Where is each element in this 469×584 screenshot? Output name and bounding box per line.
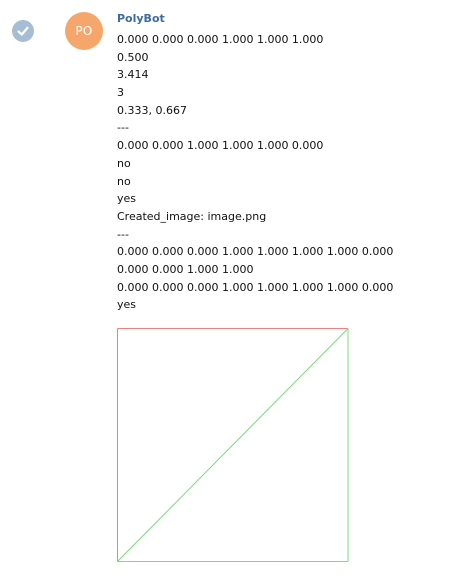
message-line: 0.000 0.000 0.000 1.000 1.000 1.000 [117, 33, 324, 46]
message-line: 3.414 [117, 68, 149, 82]
message-body: 0.000 0.000 0.000 1.000 1.000 1.000 0.50… [117, 31, 457, 314]
message-line: 0.333, 0.667 [117, 103, 187, 117]
message-line: 0.000 0.000 0.000 1.000 1.000 1.000 1.00… [117, 245, 394, 259]
message-line: --- [117, 121, 129, 135]
avatar[interactable]: PO [65, 12, 103, 50]
message-line: --- [117, 227, 129, 241]
message-line: yes [117, 192, 137, 206]
message-line: 0.000 0.000 0.000 1.000 1.000 1.000 1.00… [117, 280, 394, 294]
message-line: no [117, 174, 131, 188]
sender-name[interactable]: PolyBot [117, 12, 165, 26]
message-line: 0.500 [117, 50, 149, 64]
message-line: no [117, 156, 131, 170]
created-image[interactable] [117, 328, 349, 562]
message-line: Created_image: image.png [117, 209, 267, 223]
message-line: 0.000 0.000 1.000 1.000 1.000 0.000 [117, 139, 324, 153]
message-line: yes [117, 298, 137, 312]
check-circle-icon [12, 20, 34, 42]
message-line: 3 [117, 86, 124, 100]
message-line: 0.000 0.000 1.000 1.000 [117, 262, 254, 276]
